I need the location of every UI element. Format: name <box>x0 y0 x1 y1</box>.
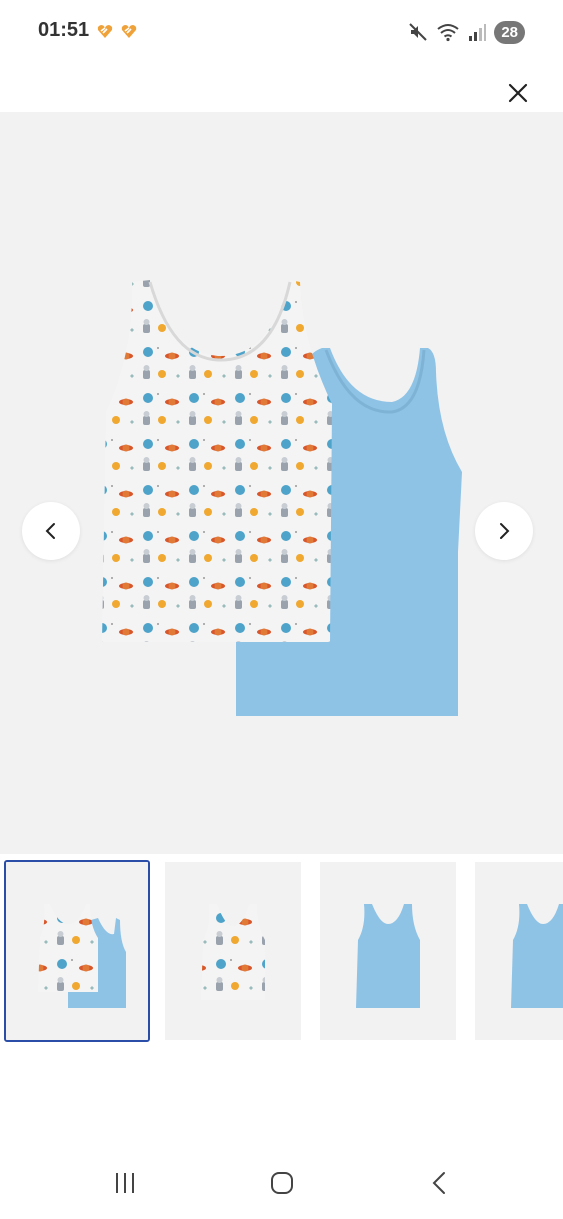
mute-icon <box>409 23 428 41</box>
app-notification-icon <box>121 25 137 38</box>
back-icon <box>432 1172 445 1194</box>
recent-apps-button[interactable] <box>103 1161 147 1205</box>
thumbnail-image <box>320 862 456 1040</box>
home-icon <box>271 1172 293 1194</box>
status-bar: 01:51 28 <box>0 0 563 62</box>
signal-icon <box>469 24 487 41</box>
thumbnail-image <box>475 862 563 1040</box>
chevron-right-icon <box>500 523 510 539</box>
product-photo <box>102 280 462 716</box>
thumbnail-image <box>6 862 148 1040</box>
close-icon <box>508 83 528 103</box>
thumbnail-blue-top[interactable] <box>320 862 456 1040</box>
next-image-button[interactable] <box>475 502 533 560</box>
thumbnail-blue-top-partial[interactable] <box>475 862 563 1040</box>
previous-image-button[interactable] <box>22 502 80 560</box>
status-icons: 28 <box>408 18 525 46</box>
thumbnail-image <box>165 862 301 1040</box>
battery-indicator: 28 <box>494 20 525 44</box>
thumbnail-printed-top[interactable] <box>165 862 301 1040</box>
close-button[interactable] <box>503 78 533 108</box>
system-navigation-bar <box>0 1147 563 1219</box>
home-button[interactable] <box>260 1161 304 1205</box>
thumbnail-two-pack[interactable] <box>4 860 150 1042</box>
chevron-left-icon <box>45 523 55 539</box>
recent-apps-icon <box>116 1173 134 1193</box>
app-notification-icon <box>97 25 113 38</box>
thumbnail-strip[interactable] <box>0 860 563 1042</box>
back-button[interactable] <box>418 1161 462 1205</box>
wifi-icon <box>437 24 459 42</box>
product-main-image[interactable] <box>0 112 563 854</box>
status-time: 01:51 <box>38 19 90 41</box>
